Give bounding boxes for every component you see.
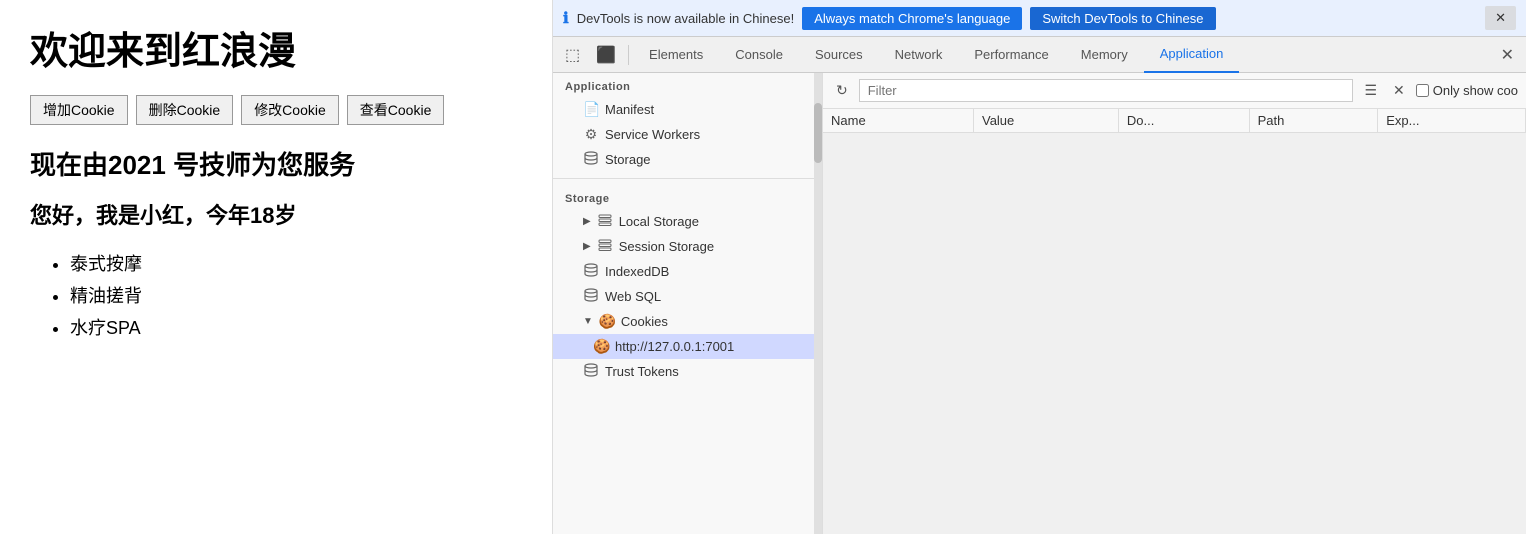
trust-tokens-icon [583,363,599,380]
expand-icon: ▶ [583,216,591,227]
sidebar-item-label: Local Storage [619,214,699,229]
sidebar-item-label: IndexedDB [605,264,669,279]
col-name: Name [823,109,973,133]
main-content: ↻ ☰ ✕ Only show coo Name Value Do... [823,73,1526,534]
sidebar-item-service-workers[interactable]: ⚙ Service Workers [553,122,822,147]
webpage-content: 欢迎来到红浪漫 增加Cookie 删除Cookie 修改Cookie 查看Coo… [0,0,553,534]
filter-input[interactable] [859,79,1354,102]
local-storage-icon [597,213,613,230]
sidebar-item-web-sql[interactable]: Web SQL [553,284,822,309]
col-domain: Do... [1118,109,1249,133]
clear-filter-btn[interactable]: ✕ [1388,79,1410,102]
add-cookie-btn[interactable]: 增加Cookie [30,95,128,125]
banner-close-btn[interactable]: ✕ [1485,6,1516,30]
sidebar-item-label: Session Storage [619,239,714,254]
service-list: 泰式按摩 精油搓背 水疗SPA [30,250,522,340]
delete-cookie-btn[interactable]: 删除Cookie [136,95,234,125]
tab-bar: ⬚ ⬛ Elements Console Sources Network Per… [553,37,1526,73]
list-item: 泰式按摩 [70,250,522,276]
service-workers-icon: ⚙ [583,126,599,143]
col-value: Value [973,109,1118,133]
sidebar-item-storage-app[interactable]: Storage [553,147,822,172]
only-show-label[interactable]: Only show coo [1416,83,1518,98]
filter-options-btn[interactable]: ☰ [1359,79,1382,102]
sidebar-section-application: Application [553,73,822,97]
sidebar-scrollbar[interactable] [814,73,822,534]
info-banner: ℹ DevTools is now available in Chinese! … [553,0,1526,37]
sidebar-item-session-storage[interactable]: ▶ Session Storage [553,234,822,259]
sidebar-section-storage: Storage [553,185,822,209]
tab-console[interactable]: Console [719,37,799,73]
tab-elements[interactable]: Elements [633,37,719,73]
sidebar-item-label: Service Workers [605,127,700,142]
refresh-btn[interactable]: ↻ [831,79,853,102]
devtools-panel: ℹ DevTools is now available in Chinese! … [553,0,1526,534]
storage-app-icon [583,151,599,168]
list-item: 水疗SPA [70,314,522,340]
subtitle: 现在由2021 号技师为您服务 [30,145,522,182]
tab-network[interactable]: Network [879,37,959,73]
devtools-body: Application 📄 Manifest ⚙ Service Workers… [553,73,1526,534]
sidebar-item-cookie-url[interactable]: 🍪 http://127.0.0.1:7001 [553,334,822,359]
tab-performance[interactable]: Performance [958,37,1064,73]
web-sql-icon [583,288,599,305]
greeting: 您好，我是小红，今年18岁 [30,198,522,230]
sidebar-item-label: Storage [605,152,651,167]
col-path: Path [1249,109,1378,133]
sidebar: Application 📄 Manifest ⚙ Service Workers… [553,73,823,534]
modify-cookie-btn[interactable]: 修改Cookie [241,95,339,125]
tab-sources[interactable]: Sources [799,37,879,73]
sidebar-item-label: Cookies [621,314,668,329]
sidebar-item-local-storage[interactable]: ▶ Local Storage [553,209,822,234]
cookie-buttons: 增加Cookie 删除Cookie 修改Cookie 查看Cookie [30,95,522,125]
indexeddb-icon [583,263,599,280]
sidebar-item-manifest[interactable]: 📄 Manifest [553,97,822,122]
view-cookie-btn[interactable]: 查看Cookie [347,95,445,125]
only-show-checkbox[interactable] [1416,84,1429,97]
sidebar-divider [553,178,822,179]
session-storage-icon [597,238,613,255]
tab-application[interactable]: Application [1144,37,1240,73]
device-icon-btn[interactable]: ⬛ [588,41,624,69]
scrollbar-thumb[interactable] [814,103,822,163]
cookie-table-container: Name Value Do... Path Exp... [823,109,1526,534]
switch-to-chinese-btn[interactable]: Switch DevTools to Chinese [1030,7,1215,30]
sidebar-item-trust-tokens[interactable]: Trust Tokens [553,359,822,384]
expand-icon: ▶ [583,241,591,252]
sidebar-item-cookies[interactable]: ▼ 🍪 Cookies [553,309,822,334]
collapse-icon: ▼ [583,316,593,327]
cookie-table: Name Value Do... Path Exp... [823,109,1526,133]
devtools-close-btn[interactable]: ✕ [1493,41,1522,69]
only-show-text: Only show coo [1433,83,1518,98]
sidebar-item-label: Trust Tokens [605,364,679,379]
sidebar-item-label: http://127.0.0.1:7001 [615,339,734,354]
page-title: 欢迎来到红浪漫 [30,20,522,75]
sidebar-item-indexeddb[interactable]: IndexedDB [553,259,822,284]
sidebar-item-label: Web SQL [605,289,661,304]
cookie-url-icon: 🍪 [593,338,609,355]
content-toolbar: ↻ ☰ ✕ Only show coo [823,73,1526,109]
list-item: 精油搓背 [70,282,522,308]
banner-text: DevTools is now available in Chinese! [577,11,795,26]
always-match-btn[interactable]: Always match Chrome's language [802,7,1022,30]
cookies-icon: 🍪 [599,313,615,330]
sidebar-item-label: Manifest [605,102,654,117]
tab-memory[interactable]: Memory [1065,37,1144,73]
manifest-icon: 📄 [583,101,599,118]
inspect-icon-btn[interactable]: ⬚ [557,41,588,69]
info-icon: ℹ [563,9,569,27]
col-expires: Exp... [1378,109,1526,133]
tab-separator [628,45,629,65]
